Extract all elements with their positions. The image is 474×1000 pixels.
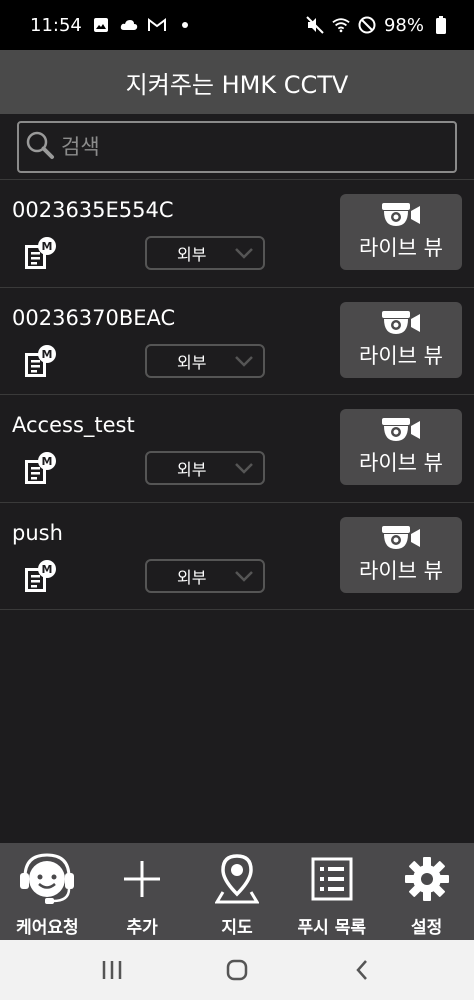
live-view-label: 라이브 뷰	[359, 343, 443, 368]
memo-icon[interactable]: M	[22, 344, 58, 380]
status-right: 98%	[306, 15, 450, 36]
nav-settings[interactable]: 설정	[379, 843, 474, 940]
search-box[interactable]	[17, 121, 457, 173]
battery-percent: 98%	[383, 14, 424, 36]
network-select-value: 외부	[177, 352, 207, 372]
nav-label: 추가	[126, 918, 158, 938]
network-select[interactable]: 외부	[145, 451, 265, 485]
network-select-value: 외부	[177, 567, 207, 587]
device-name: push	[12, 520, 63, 545]
nav-care-request[interactable]: 케어요청	[0, 843, 95, 940]
list-item[interactable]: 00236370BEAC M 외부 라이브 뷰	[0, 288, 474, 395]
nav-label: 케어요청	[16, 918, 79, 938]
cctv-camera-icon	[382, 525, 420, 549]
app-header: 지켜주는 HMK CCTV	[0, 50, 474, 114]
bottom-nav: 케어요청 추가 지도 푸시 목록 설정	[0, 843, 474, 940]
recents-icon[interactable]	[82, 950, 142, 990]
support-agent-icon	[17, 851, 77, 907]
status-time: 11:54	[30, 14, 82, 36]
do-not-disturb-icon	[358, 16, 376, 34]
cloud-icon	[120, 16, 138, 34]
memo-icon[interactable]: M	[22, 559, 58, 595]
live-view-label: 라이브 뷰	[359, 236, 443, 260]
wifi-icon	[332, 16, 350, 34]
search-bar	[0, 114, 474, 180]
device-list: 0023635E554C M 외부 라이브 뷰 00236370BEAC M 외…	[0, 180, 474, 610]
chevron-down-icon	[235, 463, 253, 474]
cctv-camera-icon	[382, 310, 420, 334]
svg-text:M: M	[42, 563, 53, 576]
live-view-button[interactable]: 라이브 뷰	[340, 194, 462, 270]
status-bar: 11:54 98%	[0, 0, 474, 50]
battery-icon	[432, 16, 450, 34]
chevron-down-icon	[235, 570, 253, 582]
chevron-down-icon	[235, 248, 253, 259]
live-view-button[interactable]: 라이브 뷰	[340, 516, 462, 593]
list-icon	[302, 851, 362, 907]
network-select[interactable]: 외부	[145, 558, 265, 593]
dot-icon	[176, 16, 194, 34]
page-title: 지켜주는 HMK CCTV	[125, 70, 349, 99]
network-select[interactable]: 외부	[145, 343, 265, 378]
live-view-button[interactable]: 라이브 뷰	[340, 301, 462, 378]
map-pin-icon	[207, 851, 267, 907]
device-name: 00236370BEAC	[12, 305, 176, 330]
svg-text:M: M	[42, 348, 53, 361]
search-icon	[25, 130, 55, 164]
chevron-down-icon	[235, 355, 253, 367]
list-item[interactable]: push M 외부 라이브 뷰	[0, 503, 474, 610]
network-select-value: 외부	[177, 460, 207, 479]
nav-label: 지도	[221, 918, 253, 938]
back-icon[interactable]	[332, 950, 392, 990]
system-nav-bar	[0, 940, 474, 1000]
nav-add[interactable]: 추가	[95, 843, 190, 940]
search-input[interactable]	[61, 135, 441, 159]
plus-icon	[112, 851, 172, 907]
svg-text:M: M	[42, 240, 53, 253]
nav-map[interactable]: 지도	[190, 843, 285, 940]
home-icon[interactable]	[207, 950, 267, 990]
nav-push-list[interactable]: 푸시 목록	[284, 843, 379, 940]
svg-text:M: M	[42, 455, 53, 468]
nav-label: 푸시 목록	[297, 918, 367, 938]
gmail-icon	[147, 16, 166, 34]
network-select[interactable]: 외부	[145, 236, 265, 270]
live-view-label: 라이브 뷰	[359, 558, 443, 583]
live-view-button[interactable]: 라이브 뷰	[340, 409, 462, 485]
cctv-camera-icon	[382, 418, 420, 441]
list-item[interactable]: Access_test M 외부 라이브 뷰	[0, 395, 474, 503]
memo-icon[interactable]: M	[22, 236, 58, 272]
live-view-label: 라이브 뷰	[359, 451, 443, 475]
nav-label: 설정	[410, 918, 443, 938]
gear-icon	[397, 851, 457, 907]
device-name: Access_test	[12, 413, 135, 437]
cctv-camera-icon	[382, 203, 420, 226]
memo-icon[interactable]: M	[22, 451, 58, 487]
device-name: 0023635E554C	[12, 198, 174, 222]
mute-icon	[306, 16, 324, 34]
status-left: 11:54	[30, 15, 194, 36]
list-item[interactable]: 0023635E554C M 외부 라이브 뷰	[0, 180, 474, 288]
network-select-value: 외부	[177, 245, 207, 264]
image-icon	[92, 16, 110, 34]
